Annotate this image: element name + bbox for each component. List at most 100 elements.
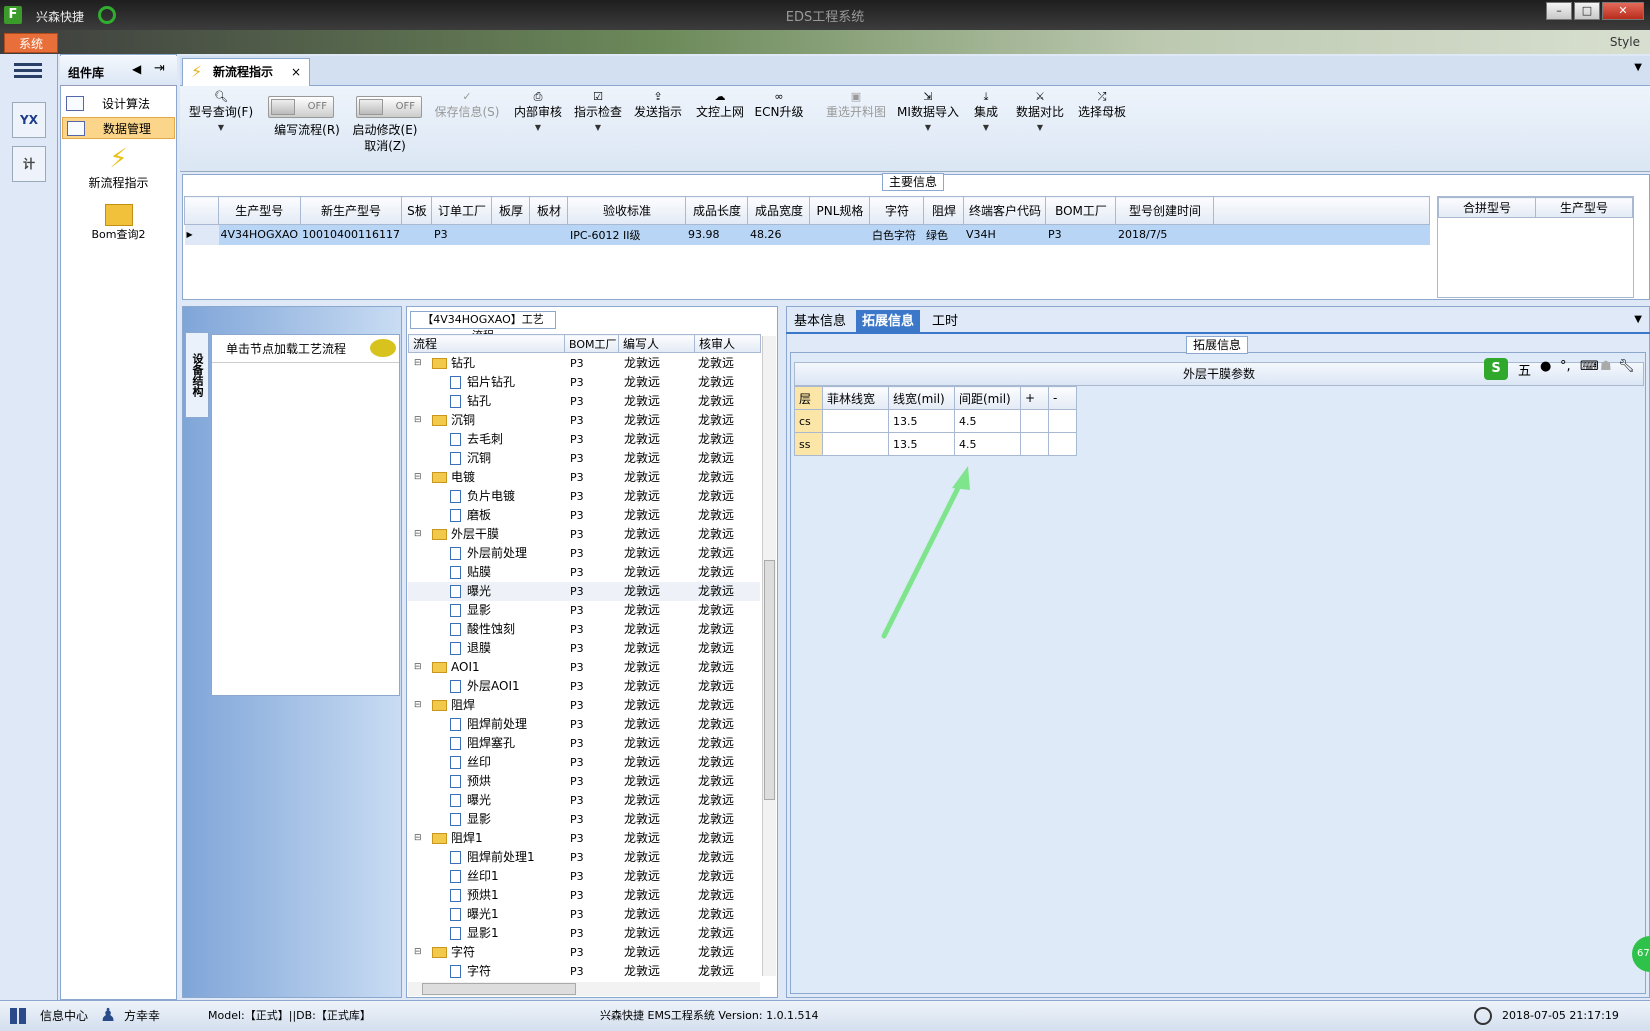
flow-reviewer-cell[interactable]: 龙敦远 — [698, 791, 734, 810]
param-cell[interactable] — [1020, 432, 1049, 456]
flow-tree-row[interactable]: ⊟ 阻焊1 P3 龙敦远 龙敦远 — [408, 829, 760, 848]
component-item-design-algorithm[interactable]: 设计算法 — [62, 93, 175, 115]
main-column-header[interactable]: 型号创建时间 — [1115, 196, 1215, 225]
system-menu-button[interactable]: 系统 — [4, 33, 58, 53]
flow-step-cell[interactable]: 外层AOI1 — [450, 677, 520, 696]
param-cell[interactable]: 4.5 — [954, 409, 1021, 433]
flow-tree-row[interactable]: 阻焊前处理 P3 龙敦远 龙敦远 — [408, 715, 760, 734]
flow-reviewer-cell[interactable]: 龙敦远 — [698, 373, 734, 392]
flow-tree-row[interactable]: 显影 P3 龙敦远 龙敦远 — [408, 810, 760, 829]
integration-button[interactable]: ⤓ 集成 ▼ — [966, 90, 1006, 136]
comment-bubble-icon[interactable] — [370, 339, 396, 357]
component-new-flow[interactable]: ⚡ 新流程指示 — [62, 144, 175, 191]
flow-step-cell[interactable]: 曝光1 — [450, 905, 499, 924]
flow-writer-cell[interactable]: 龙敦远 — [624, 677, 660, 696]
tab-work-hours[interactable]: 工时 — [926, 310, 964, 334]
param-cell[interactable] — [822, 432, 889, 456]
flow-step-cell[interactable]: 阻焊前处理 — [450, 715, 527, 734]
flow-step-cell[interactable]: 阻焊前处理1 — [450, 848, 535, 867]
flow-tree-row[interactable]: 丝印1 P3 龙敦远 龙敦远 — [408, 867, 760, 886]
flow-factory-cell[interactable]: P3 — [570, 449, 584, 468]
flow-reviewer-cell[interactable]: 龙敦远 — [698, 734, 734, 753]
flow-writer-cell[interactable]: 龙敦远 — [624, 354, 660, 373]
mi-import-button[interactable]: ⇲ MI数据导入 ▼ — [896, 90, 960, 136]
flow-reviewer-cell[interactable]: 龙敦远 — [698, 658, 734, 677]
flow-reviewer-cell[interactable]: 龙敦远 — [698, 392, 734, 411]
dropdown-arrow-icon[interactable]: ▼ — [188, 120, 254, 136]
edit-flow-toggle[interactable]: OFF — [268, 96, 334, 118]
flow-factory-cell[interactable]: P3 — [570, 696, 584, 715]
flow-reviewer-cell[interactable]: 龙敦远 — [698, 354, 734, 373]
main-cell[interactable]: 10010400116117 — [300, 224, 402, 245]
collapse-node-icon[interactable]: ⊟ — [414, 658, 422, 677]
flow-reviewer-cell[interactable]: 龙敦远 — [698, 962, 734, 981]
style-menu[interactable]: Style — [1610, 35, 1640, 49]
main-cell[interactable]: P3 — [1045, 224, 1116, 245]
main-cell[interactable] — [809, 224, 870, 245]
user-icon[interactable]: ☗ — [1600, 359, 1612, 374]
info-center-label[interactable]: 信息中心 — [40, 1001, 88, 1031]
flow-factory-cell[interactable]: P3 — [570, 582, 584, 601]
flow-tree-row[interactable]: 预烘1 P3 龙敦远 龙敦远 — [408, 886, 760, 905]
flow-column-header[interactable]: 编写人 — [618, 334, 695, 353]
param-cell[interactable]: 13.5 — [888, 432, 955, 456]
flow-writer-cell[interactable]: 龙敦远 — [624, 601, 660, 620]
flow-factory-cell[interactable]: P3 — [570, 962, 584, 981]
param-column-header[interactable]: 层 — [794, 386, 823, 410]
main-column-header[interactable]: 字符 — [869, 196, 925, 225]
main-cell[interactable] — [401, 224, 432, 245]
dropdown-arrow-icon[interactable]: ▼ — [570, 120, 626, 136]
flow-writer-cell[interactable]: 龙敦远 — [624, 715, 660, 734]
tab-list-dropdown-icon[interactable]: ▼ — [1634, 314, 1642, 325]
flow-writer-cell[interactable]: 龙敦远 — [624, 582, 660, 601]
main-column-header[interactable]: BOM工厂 — [1045, 196, 1117, 225]
flow-step-cell[interactable]: 丝印 — [450, 753, 491, 772]
flow-factory-cell[interactable]: P3 — [570, 639, 584, 658]
main-cell[interactable] — [529, 224, 568, 245]
flow-reviewer-cell[interactable]: 龙敦远 — [698, 943, 734, 962]
flow-writer-cell[interactable]: 龙敦远 — [624, 810, 660, 829]
flow-tree-row[interactable]: 阻焊前处理1 P3 龙敦远 龙敦远 — [408, 848, 760, 867]
data-compare-button[interactable]: ⚔ 数据对比 ▼ — [1012, 90, 1068, 136]
flow-factory-cell[interactable]: P3 — [570, 506, 584, 525]
component-bom-query[interactable]: Bom查询2 — [62, 204, 175, 242]
ime-punct-icon[interactable]: ● — [1540, 359, 1551, 374]
main-cell[interactable]: IPC-6012 II级 — [567, 224, 686, 245]
merge-column-header[interactable]: 合拼型号 — [1438, 197, 1536, 218]
collapse-node-icon[interactable]: ⊟ — [414, 943, 422, 962]
flow-step-cell[interactable]: 铝片钻孔 — [450, 373, 515, 392]
flow-factory-cell[interactable]: P3 — [570, 772, 584, 791]
main-cell[interactable]: 2018/7/5 — [1115, 224, 1214, 245]
flow-reviewer-cell[interactable]: 龙敦远 — [698, 753, 734, 772]
flow-step-cell[interactable]: ⊟ 钻孔 — [414, 354, 475, 373]
flow-reviewer-cell[interactable]: 龙敦远 — [698, 715, 734, 734]
calculator-icon[interactable]: 计 — [12, 146, 46, 182]
collapse-node-icon[interactable]: ⊟ — [414, 468, 422, 487]
ime-mode-label[interactable]: 五 — [1518, 360, 1531, 379]
flow-step-cell[interactable]: 曝光 — [450, 791, 491, 810]
tab-extended-info[interactable]: 拓展信息 — [856, 310, 921, 334]
main-column-header[interactable]: 终端客户代码 — [963, 196, 1047, 225]
main-cell[interactable]: V34H — [963, 224, 1046, 245]
flow-factory-cell[interactable]: P3 — [570, 392, 584, 411]
flow-writer-cell[interactable]: 龙敦远 — [624, 639, 660, 658]
tab-device-structure[interactable]: 设备结构 — [185, 332, 209, 418]
flow-writer-cell[interactable]: 龙敦远 — [624, 373, 660, 392]
param-column-header[interactable]: + — [1020, 386, 1049, 410]
minimize-button[interactable]: – — [1546, 2, 1572, 20]
dropdown-arrow-icon[interactable]: ▼ — [510, 120, 566, 136]
flow-writer-cell[interactable]: 龙敦远 — [624, 620, 660, 639]
flow-horizontal-scrollbar[interactable] — [408, 982, 760, 996]
start-modify-toggle[interactable]: OFF — [356, 96, 422, 118]
flow-reviewer-cell[interactable]: 龙敦远 — [698, 886, 734, 905]
param-cell[interactable]: ss — [794, 432, 823, 456]
param-cell[interactable] — [822, 409, 889, 433]
flow-factory-cell[interactable]: P3 — [570, 677, 584, 696]
flow-step-cell[interactable]: 磨板 — [450, 506, 491, 525]
flow-reviewer-cell[interactable]: 龙敦远 — [698, 411, 734, 430]
flow-writer-cell[interactable]: 龙敦远 — [624, 886, 660, 905]
main-column-header[interactable]: 验收标准 — [567, 196, 687, 225]
main-cell[interactable]: 白色字符 — [869, 224, 924, 245]
flow-tree-row[interactable]: 磨板 P3 龙敦远 龙敦远 — [408, 506, 760, 525]
load-flow-box[interactable]: 单击节点加载工艺流程 — [211, 334, 400, 696]
